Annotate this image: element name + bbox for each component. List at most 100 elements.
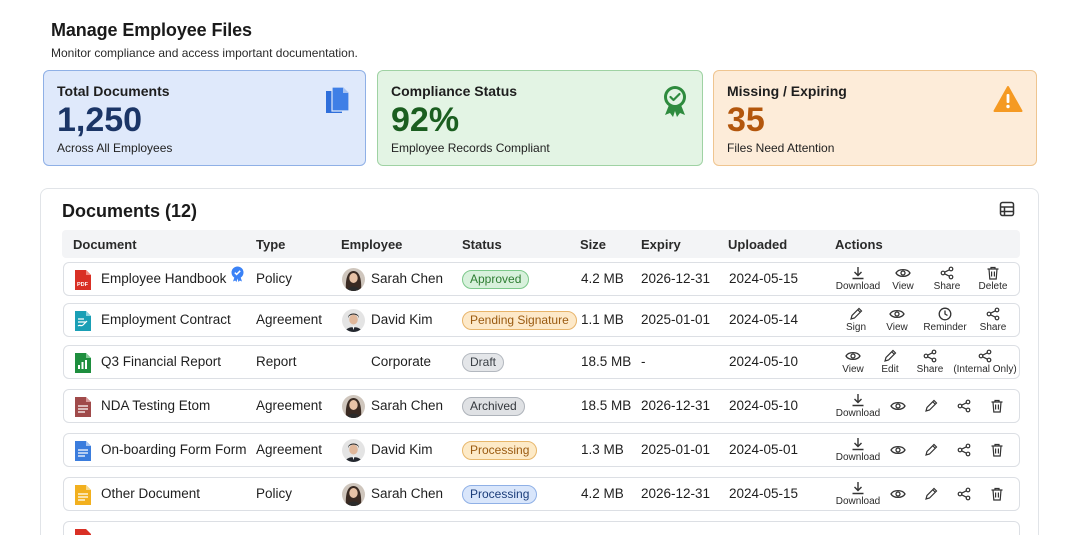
edit-icon-button[interactable] xyxy=(924,399,938,418)
uploaded-date: 2024-05-10 xyxy=(729,398,799,413)
document-name[interactable]: Employee Handbook xyxy=(101,271,226,286)
page-subtitle: Monitor compliance and access important … xyxy=(51,46,358,60)
delete-icon-button[interactable] xyxy=(990,443,1004,462)
uploaded-date: 2024-05-15 xyxy=(729,271,799,286)
uploaded-date: 2024-05-15 xyxy=(729,486,799,501)
card-value: 92% xyxy=(391,101,460,139)
document-name[interactable]: Employment Contract xyxy=(101,304,231,336)
download-button[interactable]: Download xyxy=(835,437,881,463)
document-name[interactable]: NDA Testing Etom xyxy=(101,390,210,422)
edit-icon-button[interactable] xyxy=(924,487,938,506)
share-icon-button[interactable] xyxy=(957,399,971,418)
column-header-uploaded[interactable]: Uploaded xyxy=(728,237,787,252)
file-size: 4.2 MB xyxy=(581,486,624,501)
pencil-icon xyxy=(925,443,938,456)
delete-icon-button[interactable] xyxy=(990,399,1004,418)
document-file-icon xyxy=(74,528,92,535)
view-icon-button[interactable] xyxy=(890,399,906,418)
table-row[interactable]: Other Document Policy Sarah Chen Process… xyxy=(63,477,1020,511)
sign-button[interactable]: Sign xyxy=(841,307,871,333)
reminder-button[interactable]: Reminder xyxy=(922,307,968,333)
download-button[interactable]: Download xyxy=(835,481,881,507)
document-type: Agreement xyxy=(256,312,323,327)
share-button[interactable]: Share xyxy=(976,307,1010,333)
table-layout-icon[interactable] xyxy=(999,201,1015,222)
status-badge: Pending Signature xyxy=(462,311,577,330)
table-row[interactable]: NDA Testing Etom Agreement Sarah Chen Ar… xyxy=(63,389,1020,423)
expiry-date: - xyxy=(641,354,646,369)
card-caption: Files Need Attention xyxy=(727,141,835,155)
uploaded-date: 2024-05-10 xyxy=(729,354,799,369)
download-button[interactable]: Download xyxy=(835,266,881,292)
pencil-icon xyxy=(925,399,938,412)
share-icon xyxy=(957,399,971,413)
document-file-icon xyxy=(74,440,92,467)
compliance-status-card[interactable]: Compliance Status 92% Employee Records C… xyxy=(377,70,703,166)
expiry-date: 2026-12-31 xyxy=(641,271,711,286)
table-row-partial[interactable] xyxy=(63,521,1020,535)
view-icon-button[interactable] xyxy=(890,443,906,462)
column-header-size[interactable]: Size xyxy=(580,237,606,252)
avatar xyxy=(342,309,365,332)
table-row[interactable]: PDF Employee Handbook Policy Sarah Chen … xyxy=(63,262,1020,296)
table-row[interactable]: Q3 Financial Report Report Corporate Dra… xyxy=(63,345,1020,379)
share-internal-button[interactable]: (Internal Only) xyxy=(952,349,1018,375)
missing-expiring-card[interactable]: Missing / Expiring 35 Files Need Attenti… xyxy=(713,70,1037,166)
document-type: Report xyxy=(256,354,297,369)
view-button[interactable]: View xyxy=(882,307,912,333)
edit-icon-button[interactable] xyxy=(924,443,938,462)
eye-icon xyxy=(890,445,906,455)
document-name[interactable]: Other Document xyxy=(101,478,200,510)
view-icon-button[interactable] xyxy=(890,487,906,506)
trash-icon xyxy=(991,399,1003,413)
column-header-document[interactable]: Document xyxy=(73,237,137,252)
share-icon xyxy=(957,443,971,457)
file-size: 4.2 MB xyxy=(581,271,624,286)
download-button[interactable]: Download xyxy=(835,393,881,419)
column-header-actions: Actions xyxy=(835,237,883,252)
delete-icon-button[interactable] xyxy=(990,487,1004,506)
expiry-date: 2025-01-01 xyxy=(641,312,711,327)
avatar xyxy=(342,483,365,506)
file-size: 18.5 MB xyxy=(581,398,632,413)
table-row[interactable]: On-boarding Form Form Agreement David Ki… xyxy=(63,433,1020,467)
edit-button[interactable]: Edit xyxy=(877,349,903,375)
share-icon-button[interactable] xyxy=(957,443,971,462)
download-icon xyxy=(852,482,864,495)
status-badge: Processing xyxy=(462,441,538,460)
status-badge: Draft xyxy=(462,353,505,372)
share-button[interactable]: Share xyxy=(932,266,962,292)
column-header-type[interactable]: Type xyxy=(256,237,285,252)
employee-name: Corporate xyxy=(371,354,432,369)
column-header-expiry[interactable]: Expiry xyxy=(641,237,681,252)
pen-icon xyxy=(850,307,863,320)
share-button[interactable]: Share xyxy=(914,349,946,375)
table-row[interactable]: Employment Contract Agreement David Kim … xyxy=(63,303,1020,337)
clock-icon xyxy=(938,307,952,321)
file-size: 18.5 MB xyxy=(581,354,632,369)
total-documents-card[interactable]: Total Documents 1,250 Across All Employe… xyxy=(43,70,366,166)
share-icon-button[interactable] xyxy=(957,487,971,506)
pdf-file-icon: PDF xyxy=(74,269,92,296)
document-type: Agreement xyxy=(256,442,323,457)
download-icon xyxy=(852,394,864,407)
uploaded-date: 2024-05-01 xyxy=(729,442,799,457)
avatar xyxy=(342,268,365,291)
document-name[interactable]: On-boarding Form Form xyxy=(101,434,247,466)
view-button[interactable]: View xyxy=(888,266,918,292)
pencil-icon xyxy=(884,349,897,362)
trash-icon xyxy=(987,266,999,280)
column-header-status[interactable]: Status xyxy=(462,237,502,252)
card-caption: Across All Employees xyxy=(57,141,173,155)
column-header-employee[interactable]: Employee xyxy=(341,237,402,252)
view-button[interactable]: View xyxy=(838,349,868,375)
share-icon xyxy=(978,349,992,363)
document-name[interactable]: Q3 Financial Report xyxy=(101,346,221,378)
svg-text:PDF: PDF xyxy=(77,282,89,288)
share-icon xyxy=(957,487,971,501)
expiry-date: 2025-01-01 xyxy=(641,442,711,457)
delete-button[interactable]: Delete xyxy=(976,266,1010,292)
documents-panel: Documents (12) Document Type Employee St… xyxy=(40,188,1039,535)
avatar xyxy=(342,395,365,418)
file-size: 1.1 MB xyxy=(581,312,624,327)
